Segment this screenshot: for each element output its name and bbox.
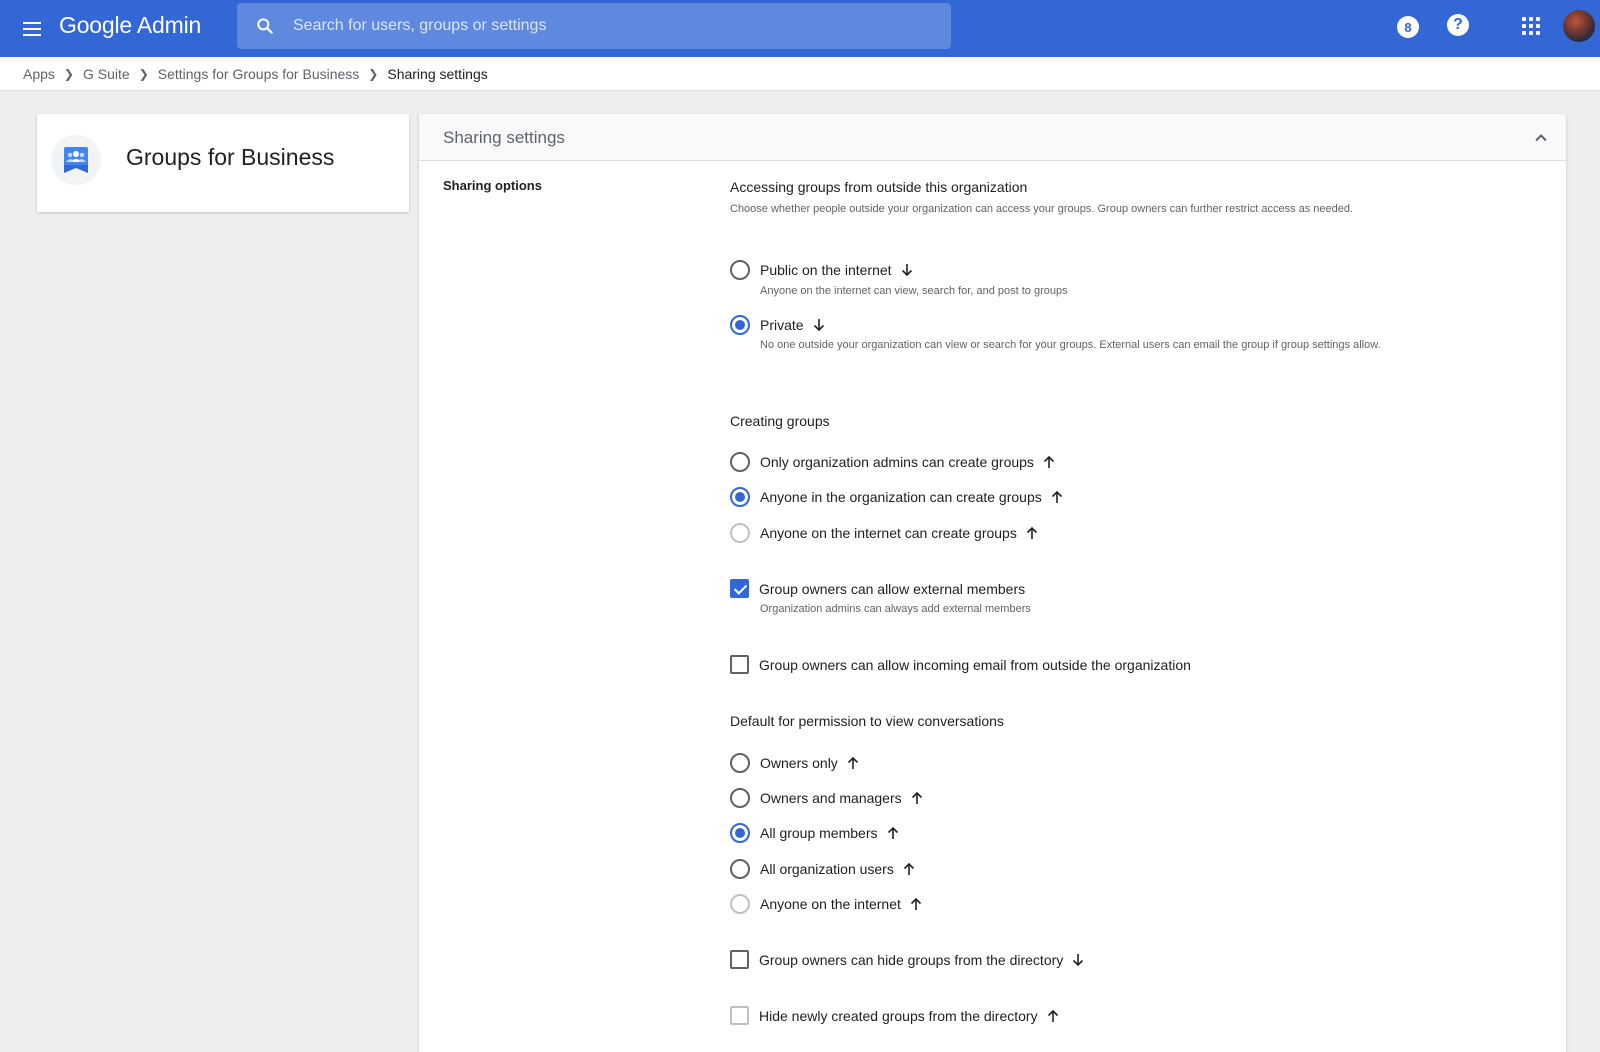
option-incoming-email[interactable]: Group owners can allow incoming email fr… [730, 655, 1191, 674]
option-owners-only[interactable]: Owners only [730, 753, 860, 773]
checkbox-incoming-email[interactable] [730, 655, 749, 674]
option-label: Hide newly created groups from the direc… [759, 1007, 1038, 1024]
groups-app-icon [51, 135, 101, 185]
arrow-up-icon [1026, 526, 1037, 539]
option-all-org-users[interactable]: All organization users [730, 859, 916, 879]
option-hide-new-groups[interactable]: Hide newly created groups from the direc… [730, 1006, 1060, 1025]
breadcrumb-current: Sharing settings [387, 65, 488, 82]
checkbox-hide-groups[interactable] [730, 950, 749, 969]
option-label: Group owners can hide groups from the di… [759, 951, 1064, 968]
arrow-down-icon [813, 319, 824, 332]
chevron-right-icon: ❯ [368, 66, 379, 81]
radio-public-internet[interactable] [730, 260, 750, 280]
search-bar[interactable] [237, 3, 951, 49]
option-label: Private [760, 317, 804, 333]
option-label: Group owners can allow incoming email fr… [759, 656, 1191, 673]
arrow-down-icon [901, 264, 912, 277]
option-anyone-org-create[interactable]: Anyone in the organization can create gr… [730, 487, 1064, 507]
panel-title: Sharing settings [443, 128, 565, 147]
radio-owners-only[interactable] [730, 753, 750, 773]
arrow-up-icon [910, 897, 921, 910]
checkbox-external-members[interactable] [730, 579, 749, 598]
option-private[interactable]: Private [730, 315, 826, 335]
view-permission-title: Default for permission to view conversat… [730, 713, 1004, 729]
search-input[interactable] [293, 3, 933, 49]
assistant-badge-icon[interactable]: 8 [1397, 16, 1419, 38]
option-label: Owners only [760, 755, 838, 771]
radio-private[interactable] [730, 315, 750, 335]
option-hide-groups[interactable]: Group owners can hide groups from the di… [730, 950, 1085, 969]
option-admins-create[interactable]: Only organization admins can create grou… [730, 452, 1056, 472]
arrow-down-icon [1073, 953, 1084, 966]
chevron-right-icon: ❯ [138, 66, 149, 81]
radio-owners-managers[interactable] [730, 788, 750, 808]
accessing-groups-title: Accessing groups from outside this organ… [730, 179, 1028, 195]
option-owners-managers[interactable]: Owners and managers [730, 788, 924, 808]
option-label: Owners and managers [760, 790, 902, 806]
arrow-up-icon [903, 862, 914, 875]
creating-groups-title: Creating groups [730, 413, 830, 429]
apps-grid-icon[interactable] [1522, 17, 1540, 35]
app-title: Groups for Business [126, 144, 335, 170]
option-label: Group owners can allow external members [759, 580, 1026, 597]
option-public-internet[interactable]: Public on the internet [730, 260, 914, 280]
option-label: All organization users [760, 861, 894, 877]
radio-anyone-internet-create[interactable] [730, 523, 750, 543]
radio-all-group-members[interactable] [730, 823, 750, 843]
sharing-settings-panel: Sharing settings Sharing options Accessi… [419, 114, 1566, 1052]
radio-anyone-internet-view[interactable] [730, 894, 750, 914]
arrow-up-icon [1043, 455, 1055, 468]
option-external-members[interactable]: Group owners can allow external members [730, 579, 1025, 598]
breadcrumb-gsuite[interactable]: G Suite [83, 66, 130, 82]
option-description: Anyone on the internet can view, search … [760, 285, 1068, 297]
top-app-bar: Google Admin 8 ? [0, 0, 1600, 57]
google-admin-logo[interactable]: Google Admin [59, 12, 201, 39]
section-label: Sharing options [443, 178, 542, 193]
arrow-up-icon [847, 756, 858, 769]
arrow-up-icon [887, 826, 898, 839]
arrow-up-icon [911, 791, 922, 804]
option-anyone-internet-create[interactable]: Anyone on the internet can create groups [730, 523, 1039, 543]
accessing-groups-description: Choose whether people outside your organ… [730, 203, 1354, 215]
radio-all-org-users[interactable] [730, 859, 750, 879]
search-icon[interactable] [255, 16, 275, 36]
option-label: Anyone on the internet can create groups [760, 525, 1017, 541]
arrow-up-icon [1047, 1009, 1058, 1022]
option-label: Only organization admins can create grou… [760, 454, 1034, 470]
option-label: Anyone in the organization can create gr… [760, 489, 1042, 505]
chevron-right-icon: ❯ [63, 66, 74, 81]
chevron-up-icon[interactable] [1531, 128, 1551, 148]
arrow-up-icon [1051, 490, 1062, 503]
breadcrumb: Apps ❯ G Suite ❯ Settings for Groups for… [0, 57, 1600, 90]
app-info-card: Groups for Business [37, 114, 409, 212]
radio-admins-create[interactable] [730, 452, 750, 472]
avatar[interactable] [1563, 10, 1595, 42]
option-description: Organization admins can always add exter… [760, 603, 1031, 615]
option-label: Anyone on the internet [760, 896, 901, 912]
help-icon[interactable]: ? [1447, 14, 1469, 36]
checkbox-hide-new-groups[interactable] [730, 1006, 749, 1025]
menu-icon[interactable] [18, 15, 46, 43]
radio-anyone-org-create[interactable] [730, 487, 750, 507]
breadcrumb-apps[interactable]: Apps [23, 66, 55, 82]
option-all-group-members[interactable]: All group members [730, 823, 900, 843]
option-label: Public on the internet [760, 262, 892, 278]
panel-header[interactable]: Sharing settings [419, 114, 1566, 161]
option-anyone-internet-view[interactable]: Anyone on the internet [730, 894, 923, 914]
option-description: No one outside your organization can vie… [760, 339, 1381, 351]
option-label: All group members [760, 825, 878, 841]
breadcrumb-groups-settings[interactable]: Settings for Groups for Business [158, 66, 360, 82]
